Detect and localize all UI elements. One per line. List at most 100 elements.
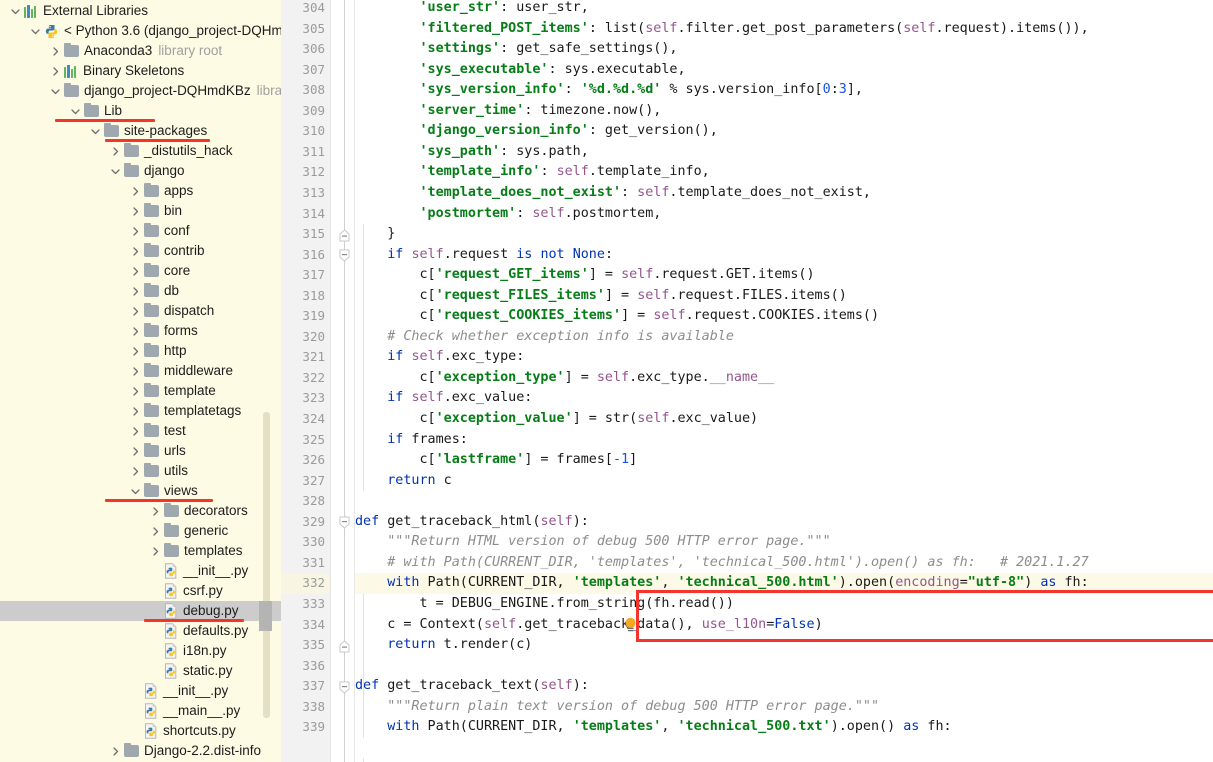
code-line[interactable]: def get_traceback_html(self):: [355, 512, 589, 533]
tree-item-http[interactable]: http: [0, 341, 281, 361]
chevron-right-icon[interactable]: [130, 206, 141, 217]
fold-marker-icon[interactable]: [339, 639, 350, 653]
chevron-right-icon[interactable]: [130, 366, 141, 377]
tree-item-django-2-2-dist-info[interactable]: Django-2.2.dist-info: [0, 741, 281, 761]
tree-item-templates[interactable]: templates: [0, 541, 281, 561]
tree-item-binary-skeletons[interactable]: Binary Skeletons: [0, 61, 281, 81]
tree-item-db[interactable]: db: [0, 281, 281, 301]
chevron-right-icon[interactable]: [130, 266, 141, 277]
code-text-area[interactable]: 'user_str': user_str, 'filtered_POST_ite…: [355, 0, 1213, 762]
fold-marker-icon[interactable]: [339, 516, 350, 529]
tree-item-dispatch[interactable]: dispatch: [0, 301, 281, 321]
chevron-right-icon[interactable]: [130, 246, 141, 257]
chevron-down-icon[interactable]: [90, 126, 101, 137]
intention-bulb-icon[interactable]: [624, 617, 637, 633]
tree-item-test[interactable]: test: [0, 421, 281, 441]
code-line[interactable]: c['request_FILES_items'] = self.request.…: [355, 286, 846, 307]
code-line[interactable]: 'filtered_POST_items': list(self.filter.…: [355, 19, 1089, 40]
tree-item-template[interactable]: template: [0, 381, 281, 401]
code-line[interactable]: t = DEBUG_ENGINE.from_string(fh.read()): [355, 594, 733, 615]
chevron-right-icon[interactable]: [130, 406, 141, 417]
tree-item-utils[interactable]: utils: [0, 461, 281, 481]
code-line[interactable]: if frames:: [355, 430, 468, 451]
code-line[interactable]: 'django_version_info': get_version(),: [355, 121, 718, 142]
code-line[interactable]: with Path(CURRENT_DIR, 'templates', 'tec…: [355, 717, 951, 738]
chevron-right-icon[interactable]: [130, 286, 141, 297]
code-line[interactable]: }: [355, 224, 395, 245]
code-line[interactable]: c['exception_type'] = self.exc_type.__na…: [355, 368, 774, 389]
chevron-down-icon[interactable]: [70, 106, 81, 117]
code-line[interactable]: 'user_str': user_str,: [355, 0, 589, 19]
chevron-right-icon[interactable]: [110, 146, 121, 157]
chevron-down-icon[interactable]: [10, 6, 21, 17]
code-line[interactable]: 'server_time': timezone.now(),: [355, 101, 662, 122]
sidebar-scrollbar-thumb[interactable]: [259, 601, 272, 631]
code-line[interactable]: c['request_GET_items'] = self.request.GE…: [355, 265, 814, 286]
tree-item-templatetags[interactable]: templatetags: [0, 401, 281, 421]
tree-item-conf[interactable]: conf: [0, 221, 281, 241]
tree-item-core[interactable]: core: [0, 261, 281, 281]
chevron-right-icon[interactable]: [150, 546, 161, 557]
chevron-down-icon[interactable]: [50, 86, 61, 97]
tree-item-init-py[interactable]: __init__.py: [0, 561, 281, 581]
fold-marker-icon[interactable]: [339, 228, 350, 242]
chevron-right-icon[interactable]: [150, 506, 161, 517]
chevron-right-icon[interactable]: [50, 66, 61, 77]
tree-item-django-project-dqhmdkbz[interactable]: django_project-DQHmdKBz libra: [0, 81, 281, 101]
chevron-right-icon[interactable]: [130, 186, 141, 197]
tree-item-generic[interactable]: generic: [0, 521, 281, 541]
tree-item-forms[interactable]: forms: [0, 321, 281, 341]
code-line[interactable]: c['exception_value'] = str(self.exc_valu…: [355, 409, 758, 430]
code-line[interactable]: if self.exc_value:: [355, 388, 532, 409]
tree-item-site-packages[interactable]: site-packages: [0, 121, 281, 141]
code-editor[interactable]: 304 305 306 307 308 309 310 311 312 313 314 315 316 3…: [281, 0, 1213, 762]
chevron-down-icon[interactable]: [30, 26, 41, 37]
chevron-right-icon[interactable]: [130, 346, 141, 357]
tree-item-static-py[interactable]: static.py: [0, 661, 281, 681]
code-line[interactable]: 'sys_path': sys.path,: [355, 142, 589, 163]
tree-item-csrf-py[interactable]: csrf.py: [0, 581, 281, 601]
code-line[interactable]: c['lastframe'] = frames[-1]: [355, 450, 637, 471]
code-line[interactable]: 'postmortem': self.postmortem,: [355, 204, 662, 225]
fold-marker-icon[interactable]: [339, 681, 350, 694]
code-line[interactable]: 'template_info': self.template_info,: [355, 162, 710, 183]
tree-item-distutils-hack[interactable]: _distutils_hack: [0, 141, 281, 161]
tree-item-anaconda3[interactable]: Anaconda3 library root: [0, 41, 281, 61]
tree-item-main-py[interactable]: __main__.py: [0, 701, 281, 721]
tree-item-debug-py[interactable]: debug.py: [0, 601, 281, 621]
code-line[interactable]: def get_traceback_text(self):: [355, 676, 589, 697]
tree-item-views[interactable]: views: [0, 481, 281, 501]
chevron-right-icon[interactable]: [130, 426, 141, 437]
tree-item-contrib[interactable]: contrib: [0, 241, 281, 261]
code-line[interactable]: if self.exc_type:: [355, 347, 524, 368]
tree-item-defaults-py[interactable]: defaults.py: [0, 621, 281, 641]
chevron-down-icon[interactable]: [130, 486, 141, 497]
tree-item-decorators[interactable]: decorators: [0, 501, 281, 521]
code-line[interactable]: 'sys_executable': sys.executable,: [355, 60, 686, 81]
tree-item-apps[interactable]: apps: [0, 181, 281, 201]
chevron-right-icon[interactable]: [130, 306, 141, 317]
tree-item-python-3-6-django-project-dqhm[interactable]: < Python 3.6 (django_project-DQHm: [0, 21, 281, 41]
chevron-down-icon[interactable]: [110, 166, 121, 177]
tree-item-i18n-py[interactable]: i18n.py: [0, 641, 281, 661]
tree-item-shortcuts-py[interactable]: shortcuts.py: [0, 721, 281, 741]
chevron-right-icon[interactable]: [110, 746, 121, 757]
code-line[interactable]: # with Path(CURRENT_DIR, 'templates', 't…: [355, 553, 1088, 574]
fold-marker-icon[interactable]: [339, 249, 350, 262]
code-line[interactable]: return t.render(c): [355, 635, 532, 656]
code-line[interactable]: if self.request is not None:: [355, 245, 613, 266]
chevron-right-icon[interactable]: [130, 386, 141, 397]
tree-item-lib[interactable]: Lib: [0, 101, 281, 121]
code-line[interactable]: # Check whether exception info is availa…: [355, 327, 734, 348]
tree-item-bin[interactable]: bin: [0, 201, 281, 221]
code-line[interactable]: 'settings': get_safe_settings(),: [355, 39, 678, 60]
code-line[interactable]: 'sys_version_info': '%d.%d.%d' % sys.ver…: [355, 80, 863, 101]
chevron-right-icon[interactable]: [130, 446, 141, 457]
tree-item-middleware[interactable]: middleware: [0, 361, 281, 381]
code-line[interactable]: """Return HTML version of debug 500 HTTP…: [355, 532, 830, 553]
chevron-right-icon[interactable]: [130, 326, 141, 337]
chevron-right-icon[interactable]: [50, 46, 61, 57]
project-tree-panel[interactable]: External Libraries < Python 3.6 (django_p…: [0, 0, 281, 762]
code-line[interactable]: 'template_does_not_exist': self.template…: [355, 183, 871, 204]
sidebar-scrollbar-track[interactable]: [263, 412, 270, 718]
